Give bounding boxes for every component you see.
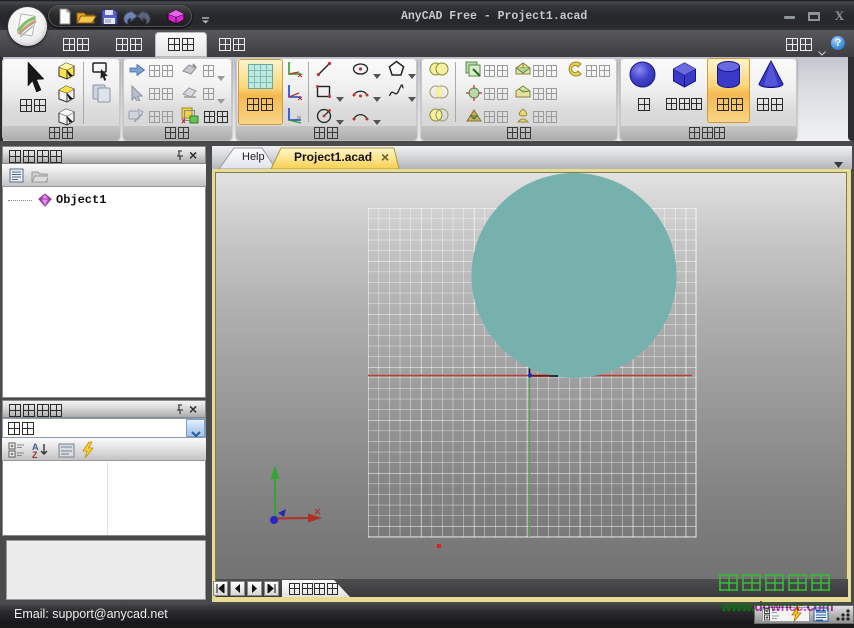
svg-text:Z: Z xyxy=(32,450,38,458)
